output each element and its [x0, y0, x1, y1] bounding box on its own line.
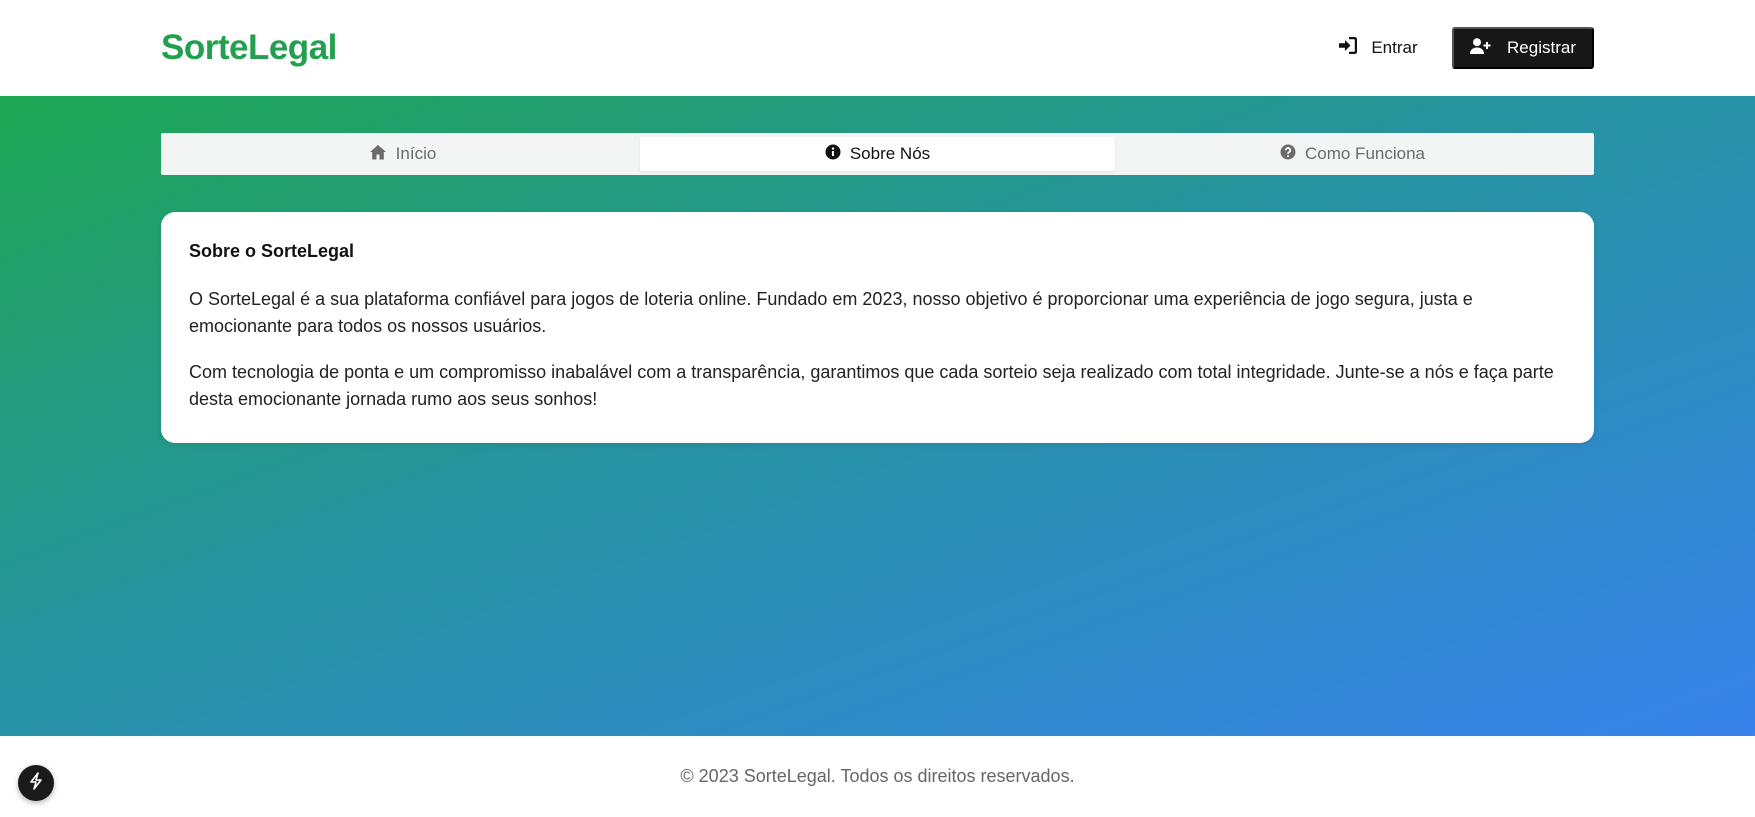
site-logo[interactable]: SorteLegal [161, 26, 337, 70]
copyright-text: © 2023 SorteLegal. Todos os direitos res… [680, 766, 1075, 786]
login-label: Entrar [1371, 38, 1418, 57]
login-button[interactable]: Entrar [1326, 28, 1430, 68]
question-icon [1280, 144, 1296, 165]
info-icon [825, 144, 841, 165]
about-card: Sobre o SorteLegal O SorteLegal é a sua … [161, 212, 1594, 443]
lightning-icon [28, 771, 44, 795]
tab-inicio[interactable]: Início [165, 137, 640, 171]
about-paragraph: O SorteLegal é a sua plataforma confiáve… [189, 289, 1473, 336]
tab-label: Como Funciona [1304, 144, 1425, 163]
site-footer: © 2023 SorteLegal. Todos os direitos res… [0, 736, 1755, 817]
tab-label: Início [395, 144, 437, 163]
sign-in-icon [1338, 36, 1358, 59]
tab-sobre-nos[interactable]: Sobre Nós [640, 137, 1115, 171]
tab-label: Sobre Nós [849, 144, 931, 163]
site-header: SorteLegal Entrar Registrar [0, 0, 1755, 96]
user-plus-icon [1470, 37, 1491, 59]
register-label: Registrar [1507, 38, 1576, 57]
home-icon [369, 144, 387, 165]
quick-action-button[interactable] [18, 765, 54, 801]
tab-bar: Início Sobre Nós Como Funciona [161, 133, 1594, 175]
register-button[interactable]: Registrar [1452, 27, 1594, 69]
about-paragraph: Com tecnologia de ponta e um compromisso… [189, 362, 1554, 409]
card-title: Sobre o SorteLegal [189, 241, 355, 261]
tab-como-funciona[interactable]: Como Funciona [1115, 137, 1590, 171]
